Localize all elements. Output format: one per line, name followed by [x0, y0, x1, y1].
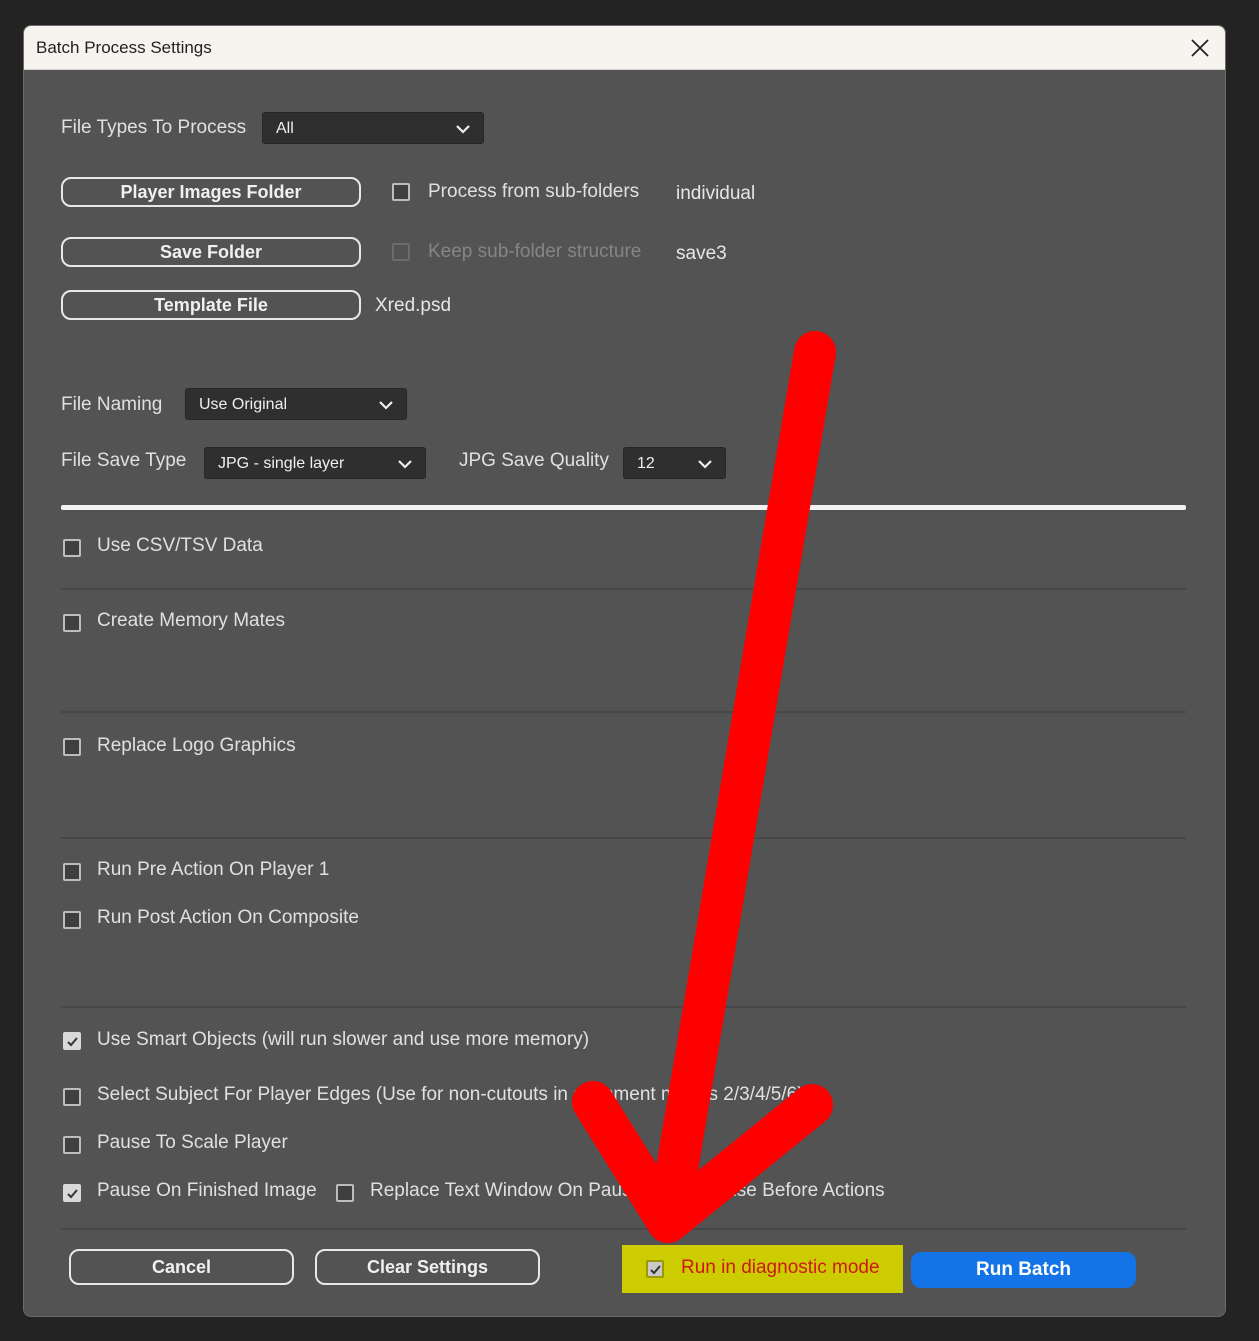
batch-process-dialog: Batch Process Settings File Types To Pro… [23, 25, 1226, 1317]
section-divider [61, 505, 1186, 510]
divider [61, 837, 1186, 839]
file-save-type-value: JPG - single layer [218, 455, 345, 472]
pause-scale-label: Pause To Scale Player [97, 1132, 288, 1153]
window-title: Batch Process Settings [36, 38, 212, 57]
file-types-value: All [276, 120, 294, 137]
player-images-folder-value: individual [676, 183, 756, 204]
title-bar: Batch Process Settings [24, 26, 1225, 70]
file-naming-dropdown[interactable]: Use Original [185, 388, 407, 420]
keep-structure-checkbox[interactable] [392, 243, 410, 261]
use-csv-label: Use CSV/TSV Data [97, 535, 263, 556]
jpg-quality-value: 12 [637, 455, 655, 472]
pause-before-actions-label: Pause Before Actions [703, 1180, 885, 1201]
memory-mates-checkbox[interactable] [63, 614, 81, 632]
divider [61, 1228, 1186, 1230]
pause-scale-checkbox[interactable] [63, 1136, 81, 1154]
use-csv-checkbox[interactable] [63, 539, 81, 557]
save-folder-button[interactable]: Save Folder [61, 237, 361, 267]
cancel-button[interactable]: Cancel [69, 1249, 294, 1285]
file-types-label: File Types To Process [61, 117, 247, 138]
post-action-checkbox[interactable] [63, 911, 81, 929]
post-action-label: Run Post Action On Composite [97, 907, 359, 928]
divider [61, 711, 1186, 713]
file-naming-value: Use Original [199, 396, 288, 413]
divider [61, 588, 1186, 590]
replace-text-window-checkbox[interactable] [336, 1184, 354, 1202]
pre-action-label: Run Pre Action On Player 1 [97, 859, 330, 880]
template-file-value: Xred.psd [375, 295, 452, 316]
file-save-type-label: File Save Type [61, 450, 187, 471]
run-batch-button[interactable]: Run Batch [911, 1252, 1136, 1288]
checkmark-icon [67, 1037, 78, 1047]
chevron-down-icon [398, 460, 412, 469]
file-save-type-dropdown[interactable]: JPG - single layer [204, 447, 426, 479]
close-icon [1191, 39, 1209, 57]
template-file-button[interactable]: Template File [61, 290, 361, 320]
replace-logo-label: Replace Logo Graphics [97, 735, 296, 756]
process-subfolders-checkbox[interactable] [392, 183, 410, 201]
diagnostic-mode-highlight: Run in diagnostic mode [622, 1245, 903, 1293]
save-folder-value: save3 [676, 243, 727, 264]
divider [61, 1006, 1186, 1008]
select-subject-checkbox[interactable] [63, 1088, 81, 1106]
smart-objects-label: Use Smart Objects (will run slower and u… [97, 1029, 590, 1050]
pause-finished-checkbox[interactable] [63, 1184, 81, 1202]
file-types-dropdown[interactable]: All [262, 112, 484, 144]
pause-finished-label: Pause On Finished Image [97, 1180, 317, 1201]
chevron-down-icon [379, 401, 393, 410]
jpg-quality-dropdown[interactable]: 12 [623, 447, 726, 479]
select-subject-label: Select Subject For Player Edges (Use for… [97, 1084, 804, 1105]
diagnostic-mode-label: Run in diagnostic mode [681, 1257, 880, 1278]
replace-text-window-label: Replace Text Window On Pause [370, 1180, 643, 1201]
memory-mates-label: Create Memory Mates [97, 610, 285, 631]
jpg-quality-label: JPG Save Quality [459, 450, 609, 471]
checkmark-icon [650, 1265, 661, 1275]
file-naming-label: File Naming [61, 394, 163, 415]
keep-structure-label: Keep sub-folder structure [428, 241, 642, 262]
replace-logo-checkbox[interactable] [63, 738, 81, 756]
smart-objects-checkbox[interactable] [63, 1032, 81, 1050]
chevron-down-icon [698, 460, 712, 469]
player-images-folder-button[interactable]: Player Images Folder [61, 177, 361, 207]
chevron-down-icon [456, 125, 470, 134]
clear-settings-button[interactable]: Clear Settings [315, 1249, 540, 1285]
pre-action-checkbox[interactable] [63, 863, 81, 881]
diagnostic-mode-checkbox[interactable] [646, 1260, 664, 1278]
checkmark-icon [67, 1189, 78, 1199]
process-subfolders-label: Process from sub-folders [428, 181, 640, 202]
close-button[interactable] [1189, 37, 1211, 59]
